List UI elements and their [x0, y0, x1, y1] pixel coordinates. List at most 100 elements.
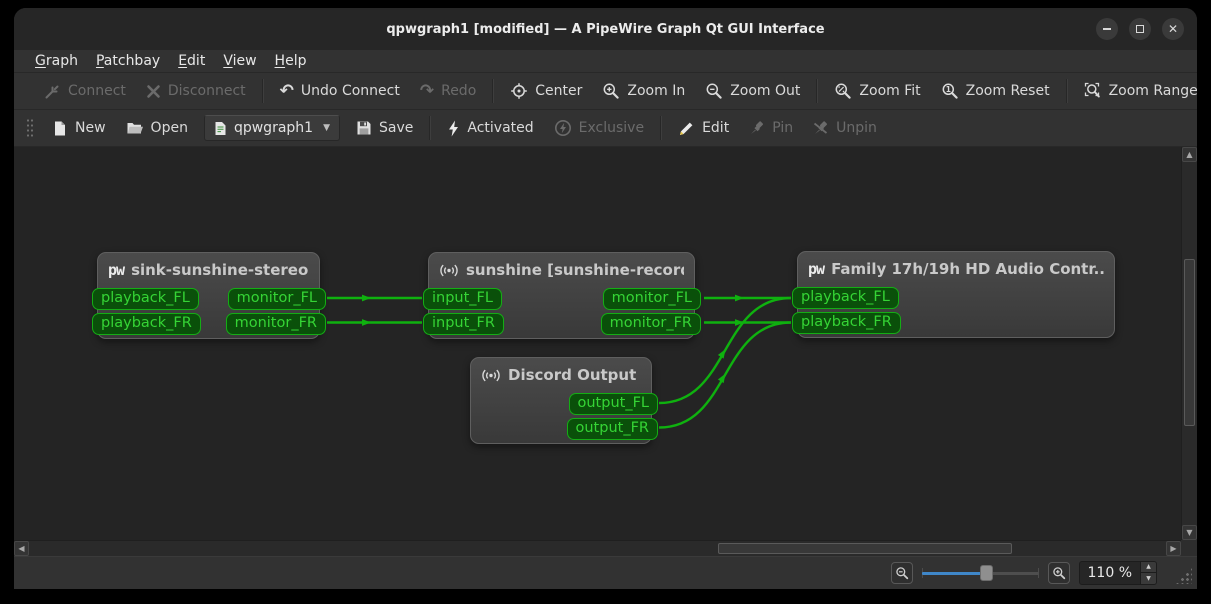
maximize-button[interactable]: [1129, 18, 1151, 40]
zoom-percent-spinbox[interactable]: 110 % ▲ ▼: [1079, 561, 1157, 585]
menu-patchbay[interactable]: Patchbay: [87, 52, 169, 71]
toolbar-drag-handle[interactable]: [25, 117, 33, 139]
graph-viewport[interactable]: pwsink-sunshine-stereoplayback_FLmonitor…: [14, 147, 1181, 540]
zoom-slider-handle[interactable]: [980, 565, 993, 581]
menu-view[interactable]: View: [214, 52, 265, 71]
graph-canvas[interactable]: pwsink-sunshine-stereoplayback_FLmonitor…: [14, 147, 1197, 556]
zoom-in-button[interactable]: Zoom In: [592, 76, 695, 106]
port-sunshine-input_FL[interactable]: input_FL: [423, 288, 502, 310]
spin-up-arrow[interactable]: ▲: [1141, 562, 1156, 574]
horizontal-scrollbar[interactable]: ◀ ▶: [14, 540, 1181, 556]
exclusive-button[interactable]: Exclusive: [544, 113, 654, 143]
port-sink-monitor_FL[interactable]: monitor_FL: [228, 288, 326, 310]
save-button[interactable]: Save: [346, 114, 423, 142]
disconnect-button[interactable]: Disconnect: [136, 77, 256, 105]
port-discord-output_FR[interactable]: output_FR: [567, 418, 659, 440]
zoom-fit-button[interactable]: Zoom Fit: [824, 76, 930, 106]
graph-node-sink[interactable]: pwsink-sunshine-stereoplayback_FLmonitor…: [97, 252, 320, 339]
menu-graph[interactable]: Graph: [26, 52, 87, 71]
patchbay-profile-value: qpwgraph1: [234, 120, 313, 136]
zoom-slider[interactable]: [922, 562, 1039, 584]
pipewire-icon: pw: [108, 261, 124, 279]
redo-button[interactable]: ↷ Redo: [410, 77, 486, 106]
port-sink-monitor_FR[interactable]: monitor_FR: [226, 313, 326, 335]
scroll-up-arrow[interactable]: ▲: [1182, 147, 1197, 162]
window-resize-grip[interactable]: [1175, 567, 1192, 584]
toolbar-main: Connect Disconnect ↶ Undo Connect ↷ Redo: [14, 73, 1197, 110]
scroll-right-arrow[interactable]: ▶: [1166, 541, 1181, 556]
node-title: Family 17h/19h HD Audio Contr...: [831, 260, 1104, 278]
zoom-in-icon: [602, 82, 620, 100]
minimize-icon: [1103, 28, 1111, 30]
window-title: qpwgraph1 [modified] — A PipeWire Graph …: [386, 22, 824, 37]
undo-connect-button[interactable]: ↶ Undo Connect: [270, 77, 410, 106]
connect-icon: [44, 83, 61, 100]
port-sunshine-monitor_FL[interactable]: monitor_FL: [603, 288, 701, 310]
open-button[interactable]: Open: [116, 114, 198, 142]
zoom-out-icon: [705, 82, 723, 100]
node-title: Discord Output: [508, 366, 636, 384]
port-discord-output_FL[interactable]: output_FL: [569, 393, 659, 415]
app-window: qpwgraph1 [modified] — A PipeWire Graph …: [14, 8, 1197, 589]
center-button[interactable]: Center: [500, 76, 592, 106]
port-sunshine-input_FR[interactable]: input_FR: [423, 313, 504, 335]
menubar: Graph Patchbay Edit View Help: [14, 50, 1197, 73]
pin-button[interactable]: Pin: [739, 114, 803, 142]
pin-icon: [749, 120, 765, 136]
unpin-button[interactable]: Unpin: [803, 114, 887, 142]
edit-button[interactable]: Edit: [668, 114, 739, 143]
new-button[interactable]: New: [42, 114, 116, 143]
zoom-percent-value[interactable]: 110 %: [1080, 562, 1140, 584]
desktop: qpwgraph1 [modified] — A PipeWire Graph …: [0, 0, 1211, 604]
graph-node-discord[interactable]: Discord Outputoutput_FLoutput_FR: [470, 357, 652, 444]
activated-bolt-icon: [447, 120, 460, 137]
maximize-icon: [1136, 25, 1144, 33]
port-family-playback_FL[interactable]: playback_FL: [792, 287, 899, 309]
minimize-button[interactable]: [1096, 18, 1118, 40]
scrollbar-corner: [1181, 540, 1197, 556]
toolbar-separator: [492, 79, 494, 103]
vertical-scrollbar[interactable]: ▲ ▼: [1181, 147, 1197, 540]
graph-node-family[interactable]: pwFamily 17h/19h HD Audio Contr...playba…: [797, 251, 1115, 338]
statusbar-zoom-out-button[interactable]: [891, 562, 913, 584]
toolbar-separator: [816, 79, 818, 103]
node-title: sink-sunshine-stereo: [131, 261, 308, 279]
horizontal-scroll-thumb[interactable]: [718, 543, 1012, 554]
zoom-range-button[interactable]: Zoom Range: [1074, 76, 1197, 106]
activated-button[interactable]: Activated: [437, 114, 543, 143]
vertical-scroll-thumb[interactable]: [1184, 259, 1195, 426]
toolbar-separator: [1066, 79, 1068, 103]
unpin-icon: [813, 120, 829, 136]
titlebar[interactable]: qpwgraph1 [modified] — A PipeWire Graph …: [14, 8, 1197, 50]
zoom-reset-button[interactable]: 1 Zoom Reset: [931, 76, 1060, 106]
zoom-out-button[interactable]: Zoom Out: [695, 76, 810, 106]
close-icon: ✕: [1168, 22, 1178, 36]
menu-edit[interactable]: Edit: [169, 52, 214, 71]
connection-arrow-icon: [362, 295, 371, 302]
zoom-fit-icon: [834, 82, 852, 100]
scroll-down-arrow[interactable]: ▼: [1182, 525, 1197, 540]
node-header: pw Family 17h/19h HD Audio Contr...: [798, 252, 1114, 278]
connect-button[interactable]: Connect: [34, 77, 136, 106]
redo-icon: ↷: [420, 83, 434, 100]
statusbar-zoom-in-button[interactable]: [1048, 562, 1070, 584]
patchbay-file-icon: [214, 121, 227, 136]
port-sunshine-monitor_FR[interactable]: monitor_FR: [601, 313, 701, 335]
node-header: pw sink-sunshine-stereo: [98, 253, 319, 279]
graph-node-sunshine[interactable]: sunshine [sunshine-record]input_FLmonito…: [428, 252, 695, 339]
port-family-playback_FR[interactable]: playback_FR: [792, 312, 901, 334]
pipewire-icon: pw: [808, 260, 824, 278]
menu-help[interactable]: Help: [266, 52, 316, 71]
toolbar-patchbay: New Open qpwgraph1 ▼ Save: [14, 110, 1197, 147]
node-header: Discord Output: [471, 358, 651, 384]
center-icon: [510, 82, 528, 100]
scroll-left-arrow[interactable]: ◀: [14, 541, 29, 556]
connection-arrow-icon: [735, 295, 744, 302]
window-controls: ✕: [1096, 18, 1184, 40]
port-sink-playback_FR[interactable]: playback_FR: [92, 313, 201, 335]
close-button[interactable]: ✕: [1162, 18, 1184, 40]
port-sink-playback_FL[interactable]: playback_FL: [92, 288, 199, 310]
patchbay-profile-combo[interactable]: qpwgraph1 ▼: [204, 115, 340, 141]
spin-down-arrow[interactable]: ▼: [1141, 573, 1156, 584]
toolbar-separator: [429, 116, 431, 140]
